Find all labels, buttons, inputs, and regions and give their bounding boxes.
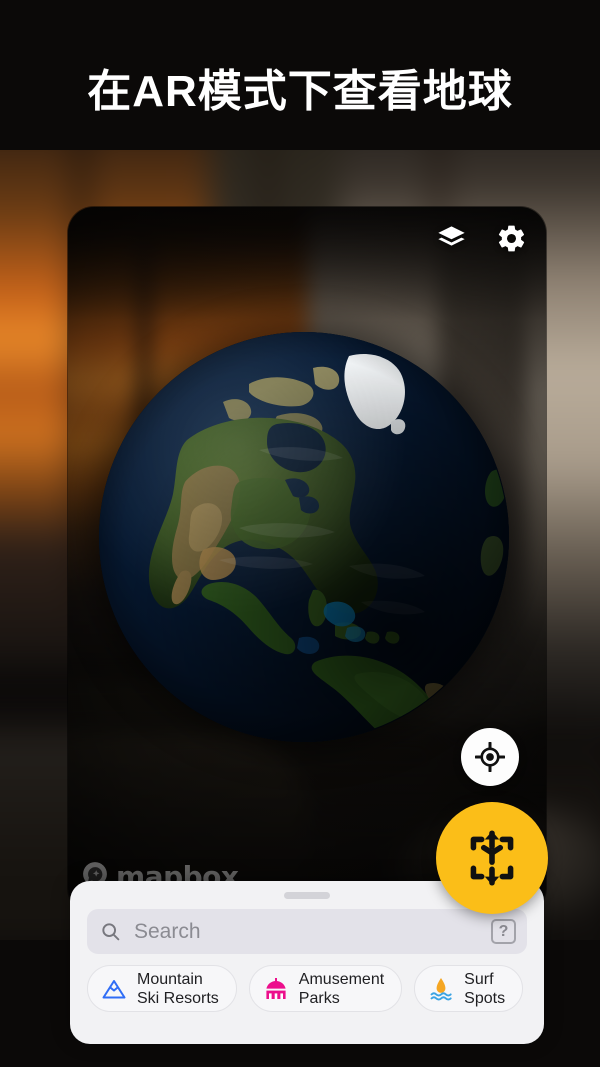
chip-label: Surf Spots [464, 970, 506, 1007]
chip-mountain-ski-resorts[interactable]: Mountain Ski Resorts [87, 965, 237, 1012]
category-chip-list: Mountain Ski Resorts Amusement Parks Sur… [70, 954, 544, 1012]
surf-wave-icon [427, 975, 455, 1003]
locate-button[interactable] [461, 728, 519, 786]
locate-crosshair-icon [475, 742, 505, 772]
app-screenshot: 在AR模式下查看地球 mapbox Search ? Mountain Ski … [0, 0, 600, 1067]
mountain-icon [100, 975, 128, 1003]
chip-amusement-parks[interactable]: Amusement Parks [248, 965, 403, 1012]
search-icon [100, 921, 121, 942]
chip-surf-spots[interactable]: Surf Spots [414, 965, 524, 1012]
ar-globe[interactable] [99, 332, 509, 742]
search-input[interactable] [121, 919, 491, 944]
ar-cube-icon [470, 830, 514, 886]
sheet-drag-handle[interactable] [284, 892, 330, 899]
chip-label: Mountain Ski Resorts [137, 970, 219, 1007]
layers-icon[interactable] [434, 221, 468, 255]
keyboard-shortcut-hint[interactable]: ? [491, 919, 516, 944]
page-title: 在AR模式下查看地球 [87, 67, 513, 116]
carousel-tent-icon [262, 975, 290, 1003]
search-bar[interactable]: ? [87, 909, 527, 954]
chip-label: Amusement Parks [298, 970, 385, 1007]
gear-icon[interactable] [494, 221, 528, 255]
ar-mode-button[interactable] [436, 802, 548, 914]
map-controls [434, 221, 528, 255]
